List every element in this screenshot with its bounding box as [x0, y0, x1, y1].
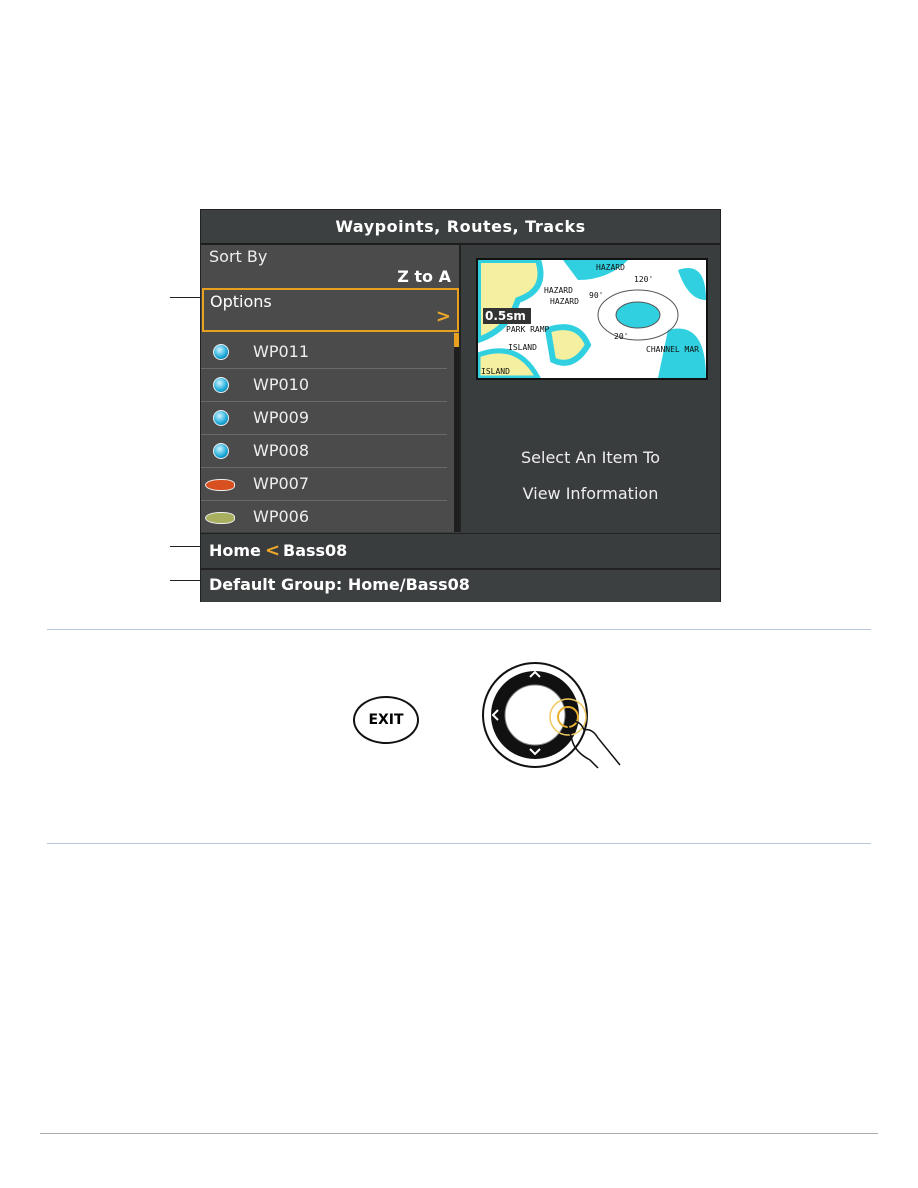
- depth-label: 90': [589, 291, 603, 300]
- red-fish-icon: [205, 479, 235, 491]
- callout-options: [170, 297, 200, 298]
- chevron-right-icon: >: [435, 306, 451, 327]
- waypoint-name: WP008: [253, 441, 310, 460]
- map-label: CHANNEL MAR: [646, 345, 699, 354]
- bass-fish-icon: [205, 512, 235, 524]
- map-label: HAZARD: [544, 286, 573, 295]
- blue-dot-icon: [213, 344, 229, 360]
- blue-dot-icon: [213, 443, 229, 459]
- sort-by-label[interactable]: Sort By: [209, 247, 267, 266]
- waypoints-screen: Waypoints, Routes, Tracks Sort By Z to A…: [200, 209, 721, 602]
- callout-default-group: [170, 580, 200, 581]
- callout-breadcrumb: [170, 546, 200, 547]
- blue-dot-icon: [213, 410, 229, 426]
- divider-top: [47, 629, 871, 630]
- map-label: ISLAND: [481, 367, 510, 376]
- scrollbar-thumb[interactable]: [454, 333, 459, 347]
- default-group-text: Default Group: Home/Bass08: [209, 575, 470, 594]
- exit-label: EXIT: [368, 712, 404, 728]
- waypoint-list-item[interactable]: WP010: [201, 368, 447, 402]
- scrollbar[interactable]: [454, 333, 459, 532]
- map-label: ISLAND: [508, 343, 537, 352]
- breadcrumb-current: Bass08: [283, 541, 348, 560]
- options-label: Options: [210, 292, 272, 311]
- waypoint-list-item[interactable]: WP008: [201, 434, 447, 468]
- map-scale: 0.5sm: [485, 309, 526, 323]
- waypoint-name: WP011: [253, 342, 310, 361]
- waypoint-list-item[interactable]: WP006: [201, 500, 447, 534]
- exit-key[interactable]: EXIT: [353, 696, 419, 744]
- breadcrumb-home[interactable]: Home: [209, 541, 261, 560]
- map-label: HAZARD: [596, 263, 625, 272]
- waypoint-name: WP007: [253, 474, 310, 493]
- info-line-2: View Information: [522, 484, 659, 503]
- options-menu-item[interactable]: Options >: [202, 288, 459, 332]
- waypoint-name: WP006: [253, 507, 310, 526]
- info-line-1: Select An Item To: [521, 448, 660, 467]
- page-footer-rule: [40, 1133, 878, 1134]
- divider-bottom: [47, 843, 871, 844]
- map-label: HAZARD: [550, 297, 579, 306]
- screen-title: Waypoints, Routes, Tracks: [201, 210, 720, 245]
- waypoint-name: WP009: [253, 408, 310, 427]
- chevron-left-icon: <: [265, 540, 281, 561]
- waypoint-list-panel: Sort By Z to A Options > WP011 WP010 WP009…: [201, 245, 461, 534]
- waypoint-name: WP010: [253, 375, 310, 394]
- waypoint-list-item[interactable]: WP011: [201, 335, 447, 369]
- depth-label: 120': [634, 275, 653, 284]
- breadcrumb: Home < Bass08: [201, 533, 720, 568]
- map-preview: HAZARD HAZARD HAZARD PARK RAMP ISLAND IS…: [476, 258, 708, 380]
- default-group-status: Default Group: Home/Bass08: [201, 568, 720, 602]
- map-label: PARK RAMP: [506, 325, 550, 334]
- sort-value[interactable]: Z to A: [397, 267, 451, 286]
- rotary-dial-illustration[interactable]: [480, 660, 630, 770]
- blue-dot-icon: [213, 377, 229, 393]
- waypoint-list-item[interactable]: WP009: [201, 401, 447, 435]
- depth-label: 20': [614, 332, 628, 341]
- waypoint-list-item[interactable]: WP007: [201, 467, 447, 501]
